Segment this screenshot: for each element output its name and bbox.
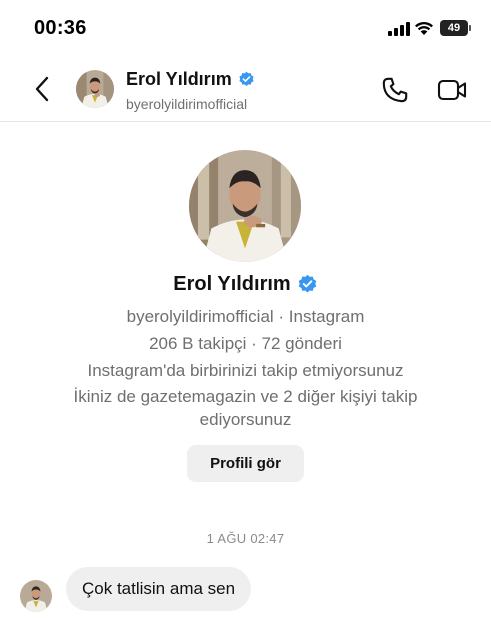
profile-avatar[interactable]: [189, 150, 301, 262]
status-bar: 00:36 49: [0, 0, 491, 56]
profile-handle-source: byerolyildirimofficial · Instagram: [126, 307, 365, 326]
header-title-row[interactable]: Erol Yıldırım: [126, 69, 255, 90]
battery-indicator: 49: [440, 20, 468, 36]
chat-header: Erol Yıldırım byerolyildirimofficial: [0, 56, 491, 122]
verified-badge-icon: [298, 274, 316, 293]
phone-icon[interactable]: [381, 76, 409, 104]
header-name: Erol Yıldırım: [126, 69, 232, 89]
verified-badge-icon: [239, 71, 254, 87]
mutual-followers-line1: İkiniz de gazetemagazin ve 2 diğer kişiy…: [73, 387, 418, 406]
video-camera-icon[interactable]: [437, 78, 467, 102]
message-sender-avatar[interactable]: [20, 580, 52, 612]
profile-name-row: Erol Yıldırım: [0, 273, 491, 296]
header-handle: byerolyildirimofficial: [126, 96, 248, 112]
profile-stats: 206 B takipçi · 72 gönderi: [149, 334, 342, 353]
avatar[interactable]: [76, 70, 114, 108]
follow-status: Instagram'da birbirinizi takip etmiyorsu…: [87, 361, 404, 380]
view-profile-button[interactable]: Profili gör: [187, 445, 304, 482]
signal-icon: [388, 22, 410, 36]
mutual-followers-line2: ediyorsunuz: [199, 410, 292, 429]
message-timestamp: 1 AĞU 02:47: [206, 531, 285, 546]
message-bubble[interactable]: Çok tatlisin ama sen: [66, 567, 252, 611]
chevron-left-icon[interactable]: [30, 74, 54, 104]
status-time: 00:36: [34, 17, 87, 39]
battery-cap: [469, 25, 471, 31]
profile-name: Erol Yıldırım: [173, 273, 291, 295]
wifi-icon: [415, 21, 433, 35]
